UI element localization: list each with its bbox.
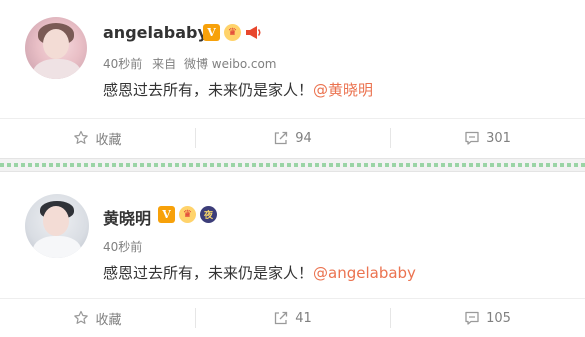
post-body: 感恩过去所有，未来仍是家人！ bbox=[103, 81, 314, 99]
comment-count: 105 bbox=[486, 310, 511, 326]
post-source[interactable]: 微博 weibo.com bbox=[184, 57, 277, 71]
post-meta: 40秒前 来自 微博 weibo.com bbox=[103, 55, 277, 72]
post-meta: 40秒前 bbox=[103, 238, 142, 255]
comment-icon bbox=[464, 310, 480, 326]
comment-icon bbox=[464, 130, 480, 146]
favorite-button[interactable]: 收藏 bbox=[0, 299, 195, 337]
repost-count: 94 bbox=[295, 130, 312, 146]
username[interactable]: 黄晓明 bbox=[103, 205, 151, 229]
repost-count: 41 bbox=[295, 310, 312, 326]
badge-row: V ♛ 夜 bbox=[158, 206, 217, 223]
crown-badge-icon[interactable]: ♛ bbox=[179, 206, 196, 223]
feed-divider bbox=[0, 158, 585, 172]
comment-button[interactable]: 301 bbox=[390, 119, 585, 157]
action-bar: 收藏 41 105 bbox=[0, 298, 585, 337]
crown-badge-icon[interactable]: ♛ bbox=[224, 24, 241, 41]
star-icon bbox=[73, 310, 89, 326]
action-bar: 收藏 94 301 bbox=[0, 118, 585, 157]
star-icon bbox=[73, 130, 89, 146]
comment-count: 301 bbox=[486, 130, 511, 146]
post-text: 感恩过去所有，未来仍是家人！@黄晓明 bbox=[103, 79, 373, 100]
mention-link[interactable]: @黄晓明 bbox=[313, 81, 373, 99]
badge-row: V ♛ bbox=[203, 24, 262, 41]
verified-v-badge-icon[interactable]: V bbox=[203, 24, 220, 41]
megaphone-badge-icon[interactable] bbox=[245, 24, 262, 41]
mention-link[interactable]: @angelababy bbox=[313, 264, 416, 282]
share-icon bbox=[273, 310, 289, 326]
post-time[interactable]: 40秒前 bbox=[103, 57, 142, 71]
post-time[interactable]: 40秒前 bbox=[103, 240, 142, 254]
favorite-button[interactable]: 收藏 bbox=[0, 119, 195, 157]
avatar[interactable] bbox=[25, 194, 89, 258]
weibo-post-2: 黄晓明 V ♛ 夜 40秒前 感恩过去所有，未来仍是家人！@angelababy… bbox=[0, 172, 585, 333]
post-body: 感恩过去所有，未来仍是家人！ bbox=[103, 264, 314, 282]
username[interactable]: angelababy bbox=[103, 23, 208, 42]
share-icon bbox=[273, 130, 289, 146]
post-text: 感恩过去所有，未来仍是家人！@angelababy bbox=[103, 262, 416, 283]
source-prefix: 来自 bbox=[152, 57, 177, 71]
repost-button[interactable]: 94 bbox=[195, 119, 390, 157]
comment-button[interactable]: 105 bbox=[390, 299, 585, 337]
night-badge-icon[interactable]: 夜 bbox=[200, 206, 217, 223]
favorite-label: 收藏 bbox=[95, 132, 122, 148]
avatar[interactable] bbox=[25, 17, 87, 79]
favorite-label: 收藏 bbox=[95, 312, 122, 328]
weibo-post-1: angelababy V ♛ 40秒前 来自 微博 weibo.com 感恩过去… bbox=[0, 0, 585, 158]
repost-button[interactable]: 41 bbox=[195, 299, 390, 337]
verified-v-badge-icon[interactable]: V bbox=[158, 206, 175, 223]
